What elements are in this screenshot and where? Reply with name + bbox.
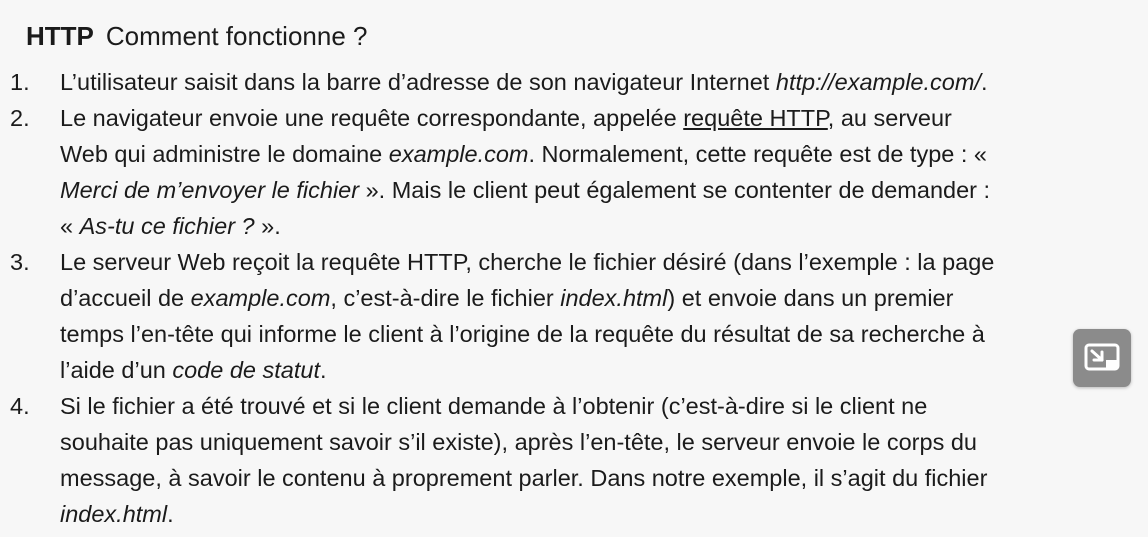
text-segment: ». (254, 213, 281, 239)
text-line: index.html. (60, 496, 1110, 532)
text-segment: ». Mais le client peut également se cont… (359, 177, 991, 203)
italic-filename: index.html (60, 501, 168, 527)
list-item-4: 4. Si le fichier a été trouvé et si le c… (0, 388, 1110, 532)
list-item-3: 3. Le serveur Web reçoit la requête HTTP… (0, 244, 1110, 388)
text-segment: . Normalement, cette requête est de type… (528, 141, 988, 167)
list-item-2: 2. Le navigateur envoie une requête corr… (0, 100, 1110, 244)
italic-domain: example.com (388, 141, 529, 167)
text-segment: d’accueil de (60, 285, 191, 311)
list-number: 4. (10, 393, 30, 419)
text-segment: , au serveur (827, 105, 952, 131)
text-segment: Le navigateur envoie une requête corresp… (60, 105, 684, 131)
text-line: Si le fichier a été trouvé et si le clie… (60, 388, 1110, 424)
text-segment: temps l’en-tête qui informe le client à … (60, 321, 985, 347)
list-number: 2. (10, 105, 30, 131)
text-segment: souhaite pas uniquement savoir s’il exis… (60, 429, 977, 455)
text-segment: Si le fichier a été trouvé et si le clie… (60, 393, 928, 419)
text-line: « As-tu ce fichier ? ». (60, 208, 1110, 244)
title-bold: HTTP (26, 21, 94, 51)
text-segment: « (60, 213, 80, 239)
text-line: L’utilisateur saisit dans la barre d’adr… (60, 64, 1110, 100)
text-line: Le navigateur envoie une requête corresp… (60, 100, 1110, 136)
italic-url: http://example.com/ (775, 69, 981, 95)
text-segment: Le serveur Web reçoit la requête HTTP, c… (60, 249, 995, 275)
italic-quote: As-tu ce fichier ? (79, 213, 255, 239)
underlined-term: requête HTTP (683, 105, 828, 131)
text-line: l’aide d’un code de statut. (60, 352, 1110, 388)
text-line: souhaite pas uniquement savoir s’il exis… (60, 424, 1110, 460)
text-line: d’accueil de example.com, c’est-à-dire l… (60, 280, 1110, 316)
text-segment: . (980, 69, 988, 95)
document-page: HTTP Comment fonctionne ? 1. L’utilisateu… (0, 0, 1148, 537)
text-line: Merci de m’envoyer le fichier ». Mais le… (60, 172, 1110, 208)
list-item-1: 1. L’utilisateur saisit dans la barre d’… (0, 64, 1110, 100)
picture-in-picture-icon (1084, 343, 1120, 371)
italic-term: code de statut (172, 357, 320, 383)
text-segment: . (320, 357, 327, 383)
text-segment: L’utilisateur saisit dans la barre d’adr… (60, 69, 776, 95)
italic-filename: index.html (560, 285, 668, 311)
picture-in-picture-button[interactable] (1073, 329, 1131, 387)
numbered-list: 1. L’utilisateur saisit dans la barre d’… (0, 64, 1148, 532)
italic-quote: Merci de m’envoyer le fichier (60, 177, 360, 203)
page-title: HTTP Comment fonctionne ? (26, 20, 367, 52)
title-text: Comment fonctionne ? (105, 21, 368, 51)
text-line: temps l’en-tête qui informe le client à … (60, 316, 1110, 352)
text-segment: . (167, 501, 174, 527)
text-line: Web qui administre le domaine example.co… (60, 136, 1110, 172)
text-segment: message, à savoir le contenu à propremen… (60, 465, 988, 491)
text-segment: , c’est-à-dire le fichier (330, 285, 561, 311)
text-segment: l’aide d’un (60, 357, 173, 383)
text-segment: Web qui administre le domaine (60, 141, 389, 167)
list-number: 3. (10, 249, 30, 275)
text-line: message, à savoir le contenu à propremen… (60, 460, 1110, 496)
italic-domain: example.com (190, 285, 331, 311)
text-segment: ) et envoie dans un premier (667, 285, 954, 311)
text-line: Le serveur Web reçoit la requête HTTP, c… (60, 244, 1110, 280)
list-number: 1. (10, 69, 30, 95)
